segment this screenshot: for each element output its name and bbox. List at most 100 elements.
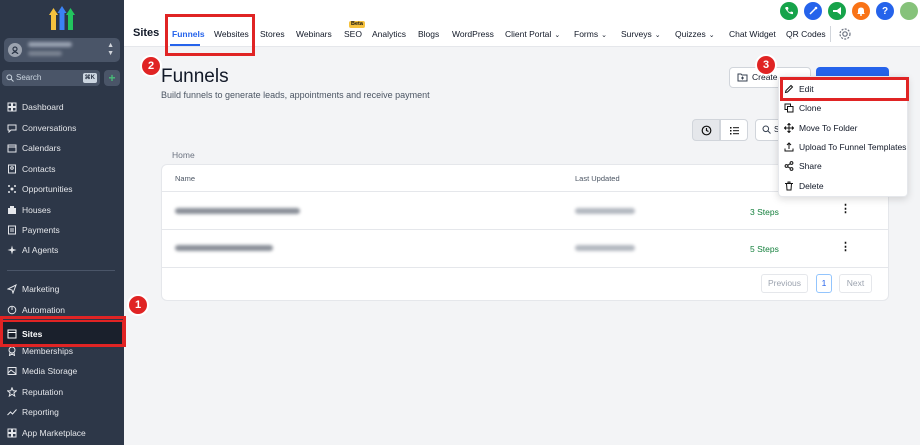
sidebar-item-conversations[interactable]: Conversations (0, 118, 124, 138)
contacts-icon (8, 164, 16, 174)
page-title: Funnels (161, 66, 229, 87)
menu-item-delete[interactable]: Delete (784, 180, 824, 192)
sidebar-item-calendars[interactable]: Calendars (0, 138, 124, 158)
app-logo-icon[interactable] (49, 6, 75, 30)
sidebar-item-label: Conversations (22, 123, 77, 133)
folder-plus-icon (737, 73, 748, 82)
sidebar-item-ai-agents[interactable]: AI Agents (0, 240, 124, 260)
column-header-last-updated[interactable]: Last Updated (575, 174, 620, 183)
menu-item-upload-to-templates[interactable]: Upload To Funnel Templates (784, 141, 906, 153)
calendar-icon (7, 144, 17, 153)
tab-surveys[interactable]: Surveys ⌄ (621, 29, 661, 39)
sidebar-item-label: AI Agents (22, 245, 59, 255)
sidebar-item-reporting[interactable]: Reporting (0, 402, 124, 422)
menu-item-clone[interactable]: Clone (784, 102, 821, 114)
sidebar-item-label: Media Storage (22, 366, 78, 376)
notifications-button[interactable] (852, 2, 870, 20)
tab-wordpress[interactable]: WordPress (452, 29, 494, 39)
megaphone-icon (833, 7, 841, 15)
upload-icon (784, 142, 794, 152)
step-marker-1: 1 (127, 294, 149, 316)
sidebar-item-dashboard[interactable]: Dashboard (0, 97, 124, 117)
share-icon (784, 161, 794, 171)
tab-forms[interactable]: Forms ⌄ (574, 29, 607, 39)
sidebar-item-opportunities[interactable]: Opportunities (0, 179, 124, 199)
move-icon (784, 123, 794, 133)
reporting-icon (7, 409, 17, 416)
memberships-icon (8, 346, 16, 356)
highlight-tabs (165, 14, 255, 56)
row-actions-kebab-icon[interactable]: ⋮ (840, 204, 851, 215)
column-header-name[interactable]: Name (175, 174, 195, 183)
menu-item-label: Share (799, 161, 822, 171)
announcements-button[interactable] (828, 2, 846, 20)
funnel-name-redacted (175, 245, 273, 251)
user-avatar[interactable] (900, 2, 918, 20)
recent-view-button[interactable] (692, 119, 720, 141)
account-address-redacted (28, 51, 62, 56)
sidebar-search[interactable]: Search ⌘K (2, 70, 100, 86)
table-divider (161, 267, 889, 268)
chevron-down-icon: ⌄ (601, 32, 607, 39)
sidebar: ▲ ▼ Search ⌘K + Dashboard Conversations C… (0, 0, 124, 445)
tab-qr-codes[interactable]: QR Codes (786, 29, 826, 39)
step-marker-2: 2 (140, 55, 162, 77)
search-icon (762, 125, 771, 134)
tab-stores[interactable]: Stores (260, 29, 285, 39)
trash-icon (785, 181, 793, 191)
tab-analytics[interactable]: Analytics (372, 29, 406, 39)
menu-item-label: Clone (799, 103, 822, 113)
sidebar-item-payments[interactable]: Payments (0, 220, 124, 240)
location-icon (8, 43, 22, 57)
tab-separator (830, 26, 831, 42)
row-actions-kebab-icon[interactable]: ⋮ (840, 242, 851, 253)
breadcrumb[interactable]: Home (172, 150, 195, 160)
sidebar-item-label: Memberships (22, 346, 74, 356)
list-view-button[interactable] (720, 119, 748, 141)
magic-button[interactable] (804, 2, 822, 20)
tab-chat-widget[interactable]: Chat Widget (729, 29, 776, 39)
sidebar-item-label: Dashboard (22, 102, 64, 112)
menu-item-label: Move To Folder (799, 123, 858, 133)
tab-label: Surveys (621, 29, 652, 39)
house-icon (8, 206, 16, 214)
sidebar-divider (7, 270, 115, 271)
steps-count: 5 Steps (750, 244, 779, 254)
tab-label: Client Portal (505, 29, 552, 39)
opportunities-icon (8, 185, 16, 193)
help-button[interactable]: ? (876, 2, 894, 20)
quick-add-button[interactable]: + (104, 70, 120, 86)
tab-seo[interactable]: SEO (344, 29, 362, 39)
media-icon (7, 367, 17, 375)
menu-item-move-to-folder[interactable]: Move To Folder (784, 122, 857, 134)
tab-webinars[interactable]: Webinars (296, 29, 332, 39)
sidebar-item-media-storage[interactable]: Media Storage (0, 361, 124, 381)
sidebar-item-contacts[interactable]: Contacts (0, 159, 124, 179)
sidebar-item-app-marketplace[interactable]: App Marketplace (0, 423, 124, 443)
sidebar-item-marketing[interactable]: Marketing (0, 279, 124, 299)
phone-button[interactable] (780, 2, 798, 20)
list-icon (729, 126, 739, 134)
phone-icon (785, 7, 793, 15)
chat-icon (7, 124, 17, 133)
tab-quizzes[interactable]: Quizzes ⌄ (675, 29, 715, 39)
tab-blogs[interactable]: Blogs (418, 29, 439, 39)
gear-icon[interactable] (838, 27, 852, 41)
pagination-next[interactable]: Next (839, 274, 872, 293)
tab-label: Quizzes (675, 29, 706, 39)
payments-icon (8, 225, 16, 235)
pagination-previous[interactable]: Previous (761, 274, 808, 293)
tab-client-portal[interactable]: Client Portal ⌄ (505, 29, 560, 39)
sidebar-item-houses[interactable]: Houses (0, 200, 124, 220)
sidebar-item-label: Payments (22, 225, 60, 235)
sidebar-item-reputation[interactable]: Reputation (0, 382, 124, 402)
menu-item-share[interactable]: Share (784, 160, 822, 172)
search-placeholder: Search (16, 73, 42, 82)
table-divider (161, 229, 889, 230)
bell-icon (857, 7, 865, 16)
sidebar-item-label: Reputation (22, 387, 64, 397)
account-switcher[interactable]: ▲ ▼ (4, 38, 120, 62)
pagination-page-1[interactable]: 1 (816, 274, 832, 293)
ai-agents-icon (7, 245, 17, 255)
marketplace-icon (7, 428, 17, 438)
